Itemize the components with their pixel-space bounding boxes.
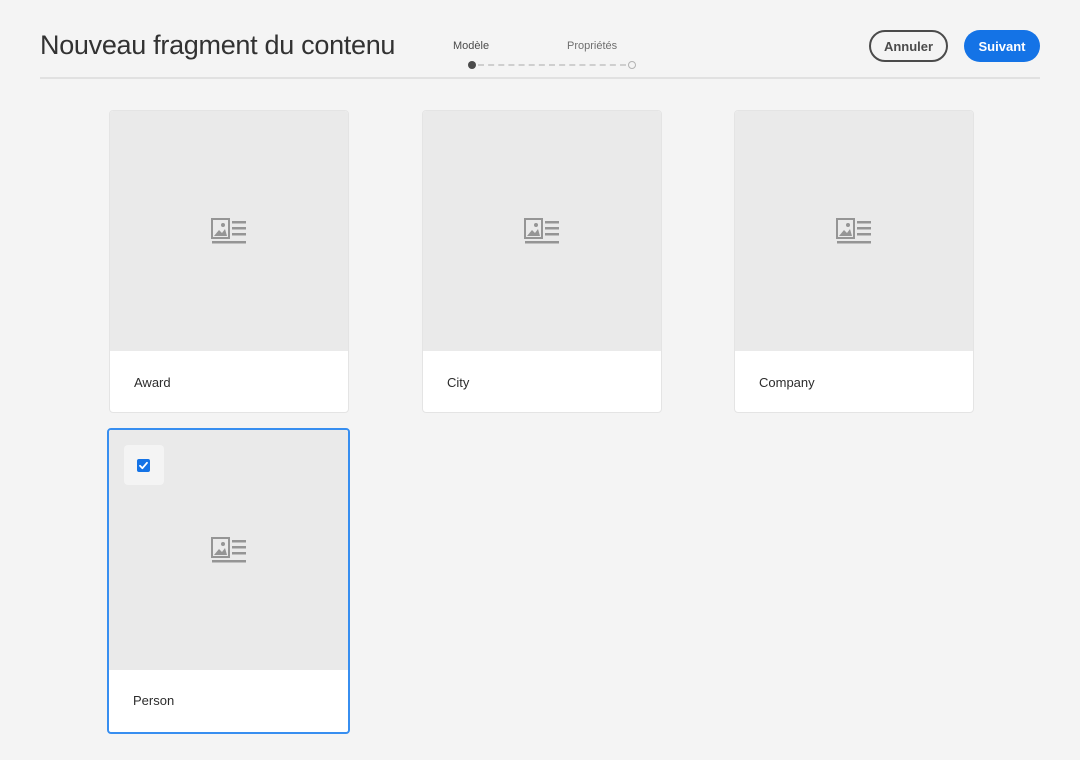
image-text-icon [210,537,246,563]
card-label: Company [759,375,815,390]
card-label: City [447,375,470,390]
step-dot-upcoming [628,61,636,69]
card-label: Award [134,375,171,390]
card-thumbnail [423,111,661,351]
image-text-icon [836,218,871,244]
card-thumbnail [110,111,348,351]
checkmark-icon [139,461,148,470]
wizard-header: Nouveau fragment du contenu Modèle Propr… [40,0,1040,79]
step-dot-current [468,61,476,69]
stepper-connector [478,64,626,66]
model-card-person[interactable]: Person [107,428,350,734]
model-card-company[interactable]: Company [734,110,974,413]
new-content-fragment-page: Nouveau fragment du contenu Modèle Propr… [0,0,1080,760]
page-title: Nouveau fragment du contenu [40,30,396,60]
image-text-icon [211,218,246,244]
step-label-model: Modèle [453,40,490,52]
model-card-city[interactable]: City [422,110,662,413]
card-thumbnail [735,111,973,351]
card-label: Person [133,693,175,708]
selection-checkbox[interactable] [137,459,150,472]
cancel-button[interactable]: Annuler [869,30,948,62]
wizard-stepper: Modèle Propriétés [453,40,653,70]
card-thumbnail [109,430,348,670]
selection-checkbox-area[interactable] [124,445,164,485]
model-card-award[interactable]: Award [109,110,349,413]
image-text-icon [524,218,559,244]
next-button[interactable]: Suivant [964,30,1040,62]
step-label-properties: Propriétés [567,40,618,52]
